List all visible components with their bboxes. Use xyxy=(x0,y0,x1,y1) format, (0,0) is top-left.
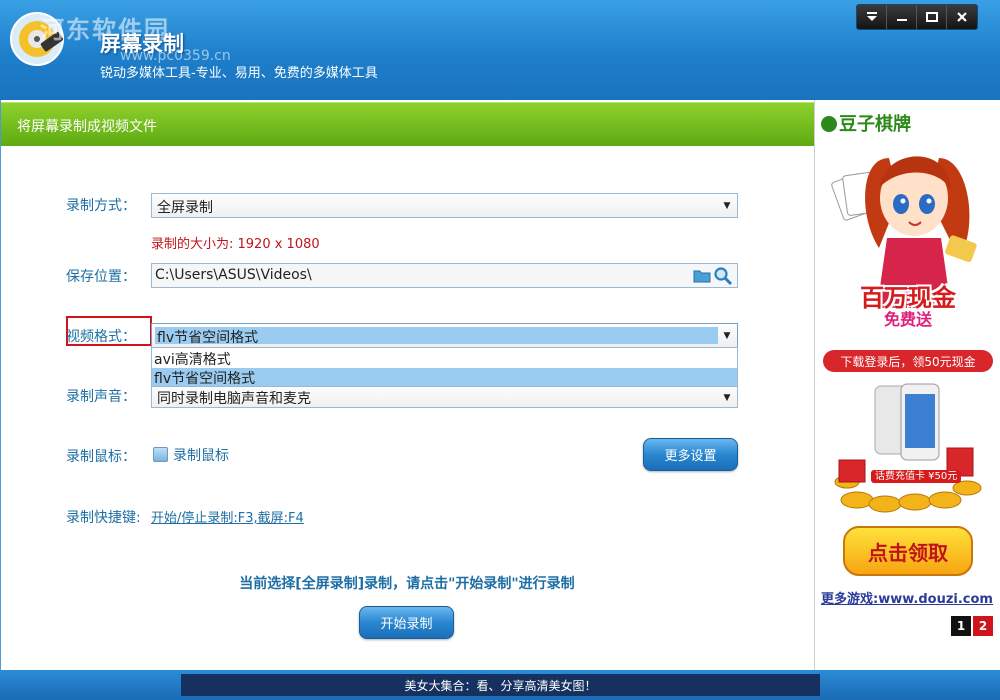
save-path-value: C:\Users\ASUS\Videos\ xyxy=(155,267,312,283)
ad-more-games-link[interactable]: 更多游戏:www.douzi.com xyxy=(821,588,993,607)
ad-page-1[interactable]: 1 xyxy=(951,616,971,636)
ad-pager: 1 2 xyxy=(951,616,993,636)
ad-panel[interactable]: 豆子棋牌 百万现金 免费送 下载登录后，领50元现金 话费充值卡 ¥50元 点击… xyxy=(814,100,1000,670)
bottom-bar: 美女大集合：看、分享高清美女图！ xyxy=(0,670,1000,700)
video-format-select[interactable]: flv节省空间格式 ▼ xyxy=(151,323,738,348)
ad-download-bar[interactable]: 下载登录后，领50元现金 xyxy=(823,350,993,372)
panel-header: 将屏幕录制成视频文件 xyxy=(1,102,815,146)
menu-icon xyxy=(866,12,877,21)
hotkey-link[interactable]: 开始/停止录制:F3,截屏:F4 xyxy=(151,507,304,526)
record-mode-select[interactable]: 全屏录制 ▼ xyxy=(151,193,738,218)
minimize-icon xyxy=(896,19,907,21)
menu-button[interactable] xyxy=(857,5,887,29)
save-path-input[interactable]: C:\Users\ASUS\Videos\ xyxy=(151,263,738,288)
ad-brand-text: 豆子棋牌 xyxy=(839,114,911,135)
bottom-ad-link[interactable]: 美女大集合：看、分享高清美女图！ xyxy=(181,674,820,696)
maximize-icon xyxy=(925,12,938,22)
record-size-text: 录制的大小为: 1920 x 1080 xyxy=(151,237,320,252)
video-format-dropdown: avi高清格式 flv节省空间格式 xyxy=(151,347,738,387)
record-audio-label: 录制声音： xyxy=(66,389,136,405)
record-mouse-checkbox-label[interactable]: 录制鼠标 xyxy=(173,445,229,465)
ad-page-2[interactable]: 2 xyxy=(973,616,993,636)
record-mode-label: 录制方式： xyxy=(66,198,136,214)
dropdown-option-flv[interactable]: flv节省空间格式 xyxy=(152,368,737,387)
close-icon xyxy=(957,12,967,22)
dropdown-option-avi[interactable]: avi高清格式 xyxy=(152,349,737,368)
record-audio-select[interactable]: 同时录制电脑声音和麦克 ▼ xyxy=(151,386,738,408)
minimize-button[interactable] xyxy=(887,5,917,29)
record-mouse-label: 录制鼠标： xyxy=(66,449,136,465)
ad-brand: 豆子棋牌 xyxy=(821,110,911,136)
maximize-button[interactable] xyxy=(917,5,947,29)
video-format-label: 视频格式： xyxy=(66,329,136,345)
title-bar: 河东软件园 屏幕录制 www.pc0359.cn 锐动多媒体工具-专业、易用、免… xyxy=(0,0,1000,100)
chevron-down-icon[interactable]: ▼ xyxy=(718,195,736,216)
video-format-value: flv节省空间格式 xyxy=(157,330,259,346)
record-audio-value: 同时录制电脑声音和麦克 xyxy=(157,391,311,407)
ad-prize-sub: 免费送 xyxy=(883,310,932,329)
more-settings-button[interactable]: 更多设置 xyxy=(643,438,738,471)
status-message: 当前选择[全屏录制]录制，请点击"开始录制"进行录制 xyxy=(239,576,575,592)
chevron-down-icon[interactable]: ▼ xyxy=(718,325,736,346)
hotkey-label: 录制快捷键: xyxy=(66,510,141,526)
brand-logo-icon xyxy=(821,116,837,132)
close-button[interactable] xyxy=(947,5,977,29)
window-controls xyxy=(856,4,978,30)
search-icon[interactable] xyxy=(713,266,733,286)
ad-coin-badge: 话费充值卡 ¥50元 xyxy=(871,470,962,483)
save-path-label: 保存位置： xyxy=(66,269,136,285)
panel-header-title: 将屏幕录制成视频文件 xyxy=(17,119,157,135)
start-recording-button[interactable]: 开始录制 xyxy=(359,606,454,639)
record-mode-value: 全屏录制 xyxy=(157,200,213,216)
record-mouse-checkbox[interactable] xyxy=(153,447,168,462)
chevron-down-icon[interactable]: ▼ xyxy=(718,388,736,407)
folder-icon[interactable] xyxy=(693,268,711,283)
ad-claim-button[interactable]: 点击领取 xyxy=(843,526,973,576)
app-subtitle: 锐动多媒体工具-专业、易用、免费的多媒体工具 xyxy=(100,66,378,81)
